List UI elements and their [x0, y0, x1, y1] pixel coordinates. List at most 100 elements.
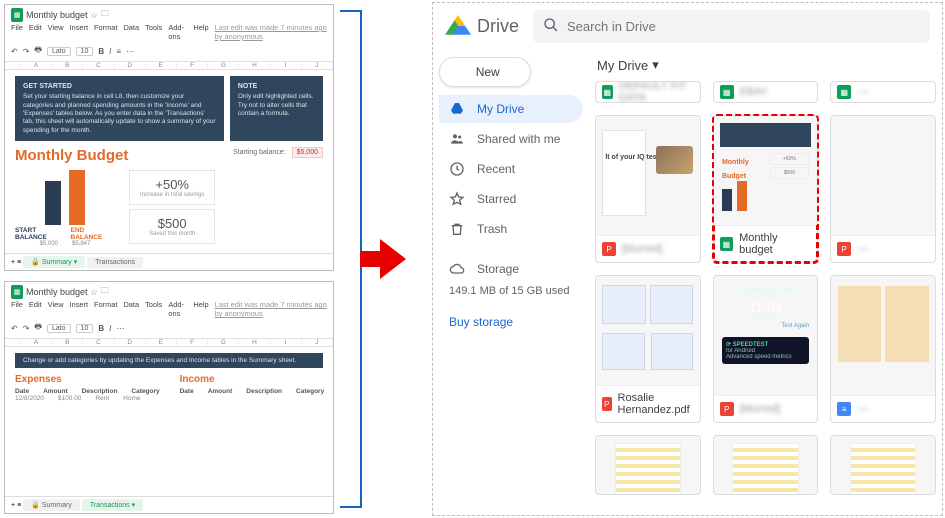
- breadcrumb-location: My Drive: [597, 58, 648, 73]
- file-card[interactable]: ▦EBAY: [713, 81, 819, 103]
- file-name: [blurred]: [740, 403, 780, 415]
- menu-view[interactable]: View: [48, 23, 64, 41]
- font-select[interactable]: Lato: [47, 324, 71, 333]
- drive-sidebar: + New My Drive Shared with me Recent Sta…: [433, 49, 589, 515]
- income-title: Income: [180, 374, 325, 385]
- star-icon[interactable]: ☆: [91, 288, 98, 297]
- sidebar-item-starred[interactable]: Starred: [439, 185, 583, 213]
- menu-data[interactable]: Data: [123, 300, 139, 318]
- file-name: —: [857, 86, 868, 98]
- redo-icon[interactable]: ↷: [23, 324, 30, 333]
- file-card[interactable]: PRosalie Hernandez.pdf: [595, 275, 701, 423]
- file-card[interactable]: [830, 435, 936, 495]
- menu-help[interactable]: Help: [193, 300, 208, 318]
- font-select[interactable]: Lato: [47, 47, 71, 56]
- file-card[interactable]: lt of your IQ test P[blurred]: [595, 115, 701, 263]
- menu-format[interactable]: Format: [94, 300, 117, 318]
- align-icon[interactable]: ≡: [116, 47, 121, 56]
- search-bar[interactable]: [533, 10, 930, 43]
- sidebar-item-recent[interactable]: Recent: [439, 155, 583, 183]
- undo-icon[interactable]: ↶: [11, 47, 18, 56]
- tab-transactions[interactable]: Transactions ▾: [82, 499, 143, 511]
- menu-insert[interactable]: Insert: [70, 300, 88, 318]
- menu-edit[interactable]: Edit: [29, 300, 42, 318]
- menu-data[interactable]: Data: [123, 23, 139, 41]
- sidebar-item-shared[interactable]: Shared with me: [439, 125, 583, 153]
- chart-end-value: $5,847: [72, 241, 90, 247]
- chart-start-label: START BALANCE: [15, 227, 67, 241]
- file-card[interactable]: ⬇ DOWNLOAD Mbps 11.04 Ping 15 ms Test Ag…: [713, 275, 819, 423]
- toolbar: ↶ ↷ 🖶 Lato 10 B I ≡ ⋯: [5, 41, 333, 62]
- tab-summary[interactable]: 🔒 Summary: [23, 499, 80, 511]
- file-card[interactable]: [713, 435, 819, 495]
- thumb-text: lt of your IQ test: [605, 154, 659, 161]
- file-card[interactable]: ▦DEFAULT FIT DATA: [595, 81, 701, 103]
- file-card[interactable]: P—: [830, 115, 936, 263]
- banner-right-body1: Only edit highlighted cells.: [238, 93, 314, 100]
- menu-view[interactable]: View: [48, 300, 64, 318]
- google-drive-window: Drive + New My Drive Shared with me: [432, 2, 943, 516]
- table-row[interactable]: 12/8/2020 $100.00 Rent Home: [15, 395, 160, 402]
- buy-storage-link[interactable]: Buy storage: [439, 309, 583, 335]
- menu-file[interactable]: File: [11, 300, 23, 318]
- menu-tools[interactable]: Tools: [145, 300, 162, 318]
- italic-icon[interactable]: I: [109, 47, 111, 56]
- last-edit-text[interactable]: Last edit was made 7 minutes ago by anon…: [215, 23, 327, 41]
- undo-icon[interactable]: ↶: [11, 324, 18, 333]
- new-button[interactable]: + New: [439, 57, 531, 87]
- more-icon[interactable]: ⋯: [126, 47, 134, 56]
- sidebar-item-storage[interactable]: Storage: [439, 255, 583, 283]
- starting-balance-value[interactable]: $5,000: [292, 147, 323, 158]
- my-drive-icon: [449, 101, 465, 117]
- clock-icon: [449, 161, 465, 177]
- bold-icon[interactable]: B: [98, 324, 104, 333]
- add-sheet-icon[interactable]: +: [11, 259, 15, 266]
- last-edit-text[interactable]: Last edit was made 7 minutes ago by anon…: [215, 300, 327, 318]
- breadcrumb[interactable]: My Drive ▾: [595, 53, 936, 81]
- italic-icon[interactable]: I: [109, 324, 111, 333]
- doc-title[interactable]: Monthly budget: [26, 10, 88, 20]
- font-size-select[interactable]: 10: [76, 324, 94, 333]
- menu-edit[interactable]: Edit: [29, 23, 42, 41]
- print-icon[interactable]: 🖶: [34, 44, 42, 58]
- sidebar-item-my-drive[interactable]: My Drive: [439, 95, 583, 123]
- sheets-file-icon: ▦: [837, 85, 851, 99]
- move-folder-icon[interactable]: 🗀: [101, 8, 109, 22]
- sidebar-item-trash[interactable]: Trash: [439, 215, 583, 243]
- all-sheets-icon[interactable]: ≡: [17, 502, 21, 509]
- print-icon[interactable]: 🖶: [34, 321, 42, 335]
- tab-summary[interactable]: 🔒 Summary ▾: [23, 256, 85, 268]
- all-sheets-icon[interactable]: ≡: [17, 259, 21, 266]
- doc-title[interactable]: Monthly budget: [26, 287, 88, 297]
- file-card[interactable]: ▦—: [830, 81, 936, 103]
- menu-help[interactable]: Help: [193, 23, 208, 41]
- drive-logo[interactable]: Drive: [445, 15, 519, 37]
- file-name: [blurred]: [622, 243, 662, 255]
- shared-icon: [449, 131, 465, 147]
- redo-icon[interactable]: ↷: [23, 47, 30, 56]
- tab-transactions[interactable]: Transactions: [87, 257, 143, 268]
- menu-addons[interactable]: Add-ons: [168, 23, 187, 41]
- file-card-monthly-budget[interactable]: Monthly Budget +50%$500 ▦Monthly budget: [713, 115, 819, 263]
- menu-file[interactable]: File: [11, 23, 23, 41]
- storage-used-text: 149.1 MB of 15 GB used: [439, 285, 583, 297]
- sheets-file-icon: ▦: [720, 237, 733, 251]
- toolbar: ↶ ↷ 🖶 Lato 10 B I ⋯: [5, 318, 333, 339]
- menu-insert[interactable]: Insert: [70, 23, 88, 41]
- file-card[interactable]: [595, 435, 701, 495]
- menu-format[interactable]: Format: [94, 23, 117, 41]
- star-icon[interactable]: ☆: [91, 11, 98, 20]
- menu-addons[interactable]: Add-ons: [168, 300, 187, 318]
- move-folder-icon[interactable]: 🗀: [101, 285, 109, 299]
- more-icon[interactable]: ⋯: [116, 324, 124, 333]
- add-sheet-icon[interactable]: +: [11, 502, 15, 509]
- file-name: EBAY: [740, 86, 769, 98]
- banner-left-body: Set your starting balance in cell L8, th…: [23, 93, 216, 134]
- font-size-select[interactable]: 10: [76, 47, 94, 56]
- sidebar-item-label: Starred: [477, 192, 516, 206]
- bold-icon[interactable]: B: [98, 47, 104, 56]
- sidebar-item-label: Recent: [477, 162, 515, 176]
- menu-tools[interactable]: Tools: [145, 23, 162, 41]
- file-card[interactable]: ≡—: [830, 275, 936, 423]
- search-input[interactable]: [567, 19, 920, 34]
